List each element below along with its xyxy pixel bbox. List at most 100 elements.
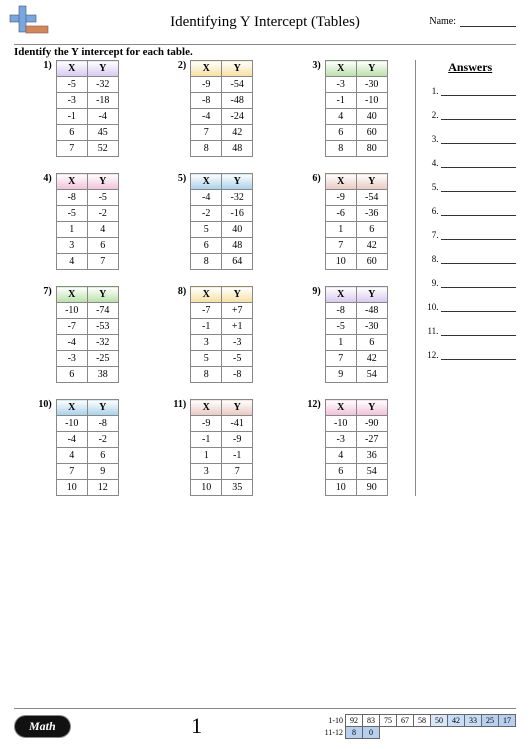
table-cell: -32 xyxy=(87,335,118,351)
page-footer: Math 1 1-1092837567585042332517 11-1280 xyxy=(14,708,516,739)
answer-blank[interactable] xyxy=(441,253,516,264)
xy-table: XY-10-74-7-53-4-32-3-25638 xyxy=(56,286,119,383)
score-cell: 75 xyxy=(380,714,397,726)
table-row: -1-4 xyxy=(56,109,118,125)
problems-grid: 1)XY-5-32-3-18-1-46457522)XY-9-54-8-48-4… xyxy=(14,60,415,496)
answer-number: 2. xyxy=(424,110,438,120)
table-cell: 8 xyxy=(191,254,222,270)
x-header: X xyxy=(191,174,222,190)
xy-table: XY-8-5-5-2143647 xyxy=(56,173,119,270)
answer-row: 3. xyxy=(424,133,516,144)
table-cell: 38 xyxy=(87,367,118,383)
answer-number: 4. xyxy=(424,158,438,168)
answer-row: 4. xyxy=(424,157,516,168)
table-row: -10-74 xyxy=(56,303,118,319)
table-row: 645 xyxy=(56,125,118,141)
score-range-label: 11-12 xyxy=(323,726,346,738)
y-header: Y xyxy=(356,287,387,303)
score-cell: 58 xyxy=(414,714,431,726)
answer-row: 5. xyxy=(424,181,516,192)
answer-blank[interactable] xyxy=(441,277,516,288)
score-cell: 25 xyxy=(482,714,499,726)
answer-blank[interactable] xyxy=(441,181,516,192)
x-header: X xyxy=(325,61,356,77)
answer-blank[interactable] xyxy=(441,349,516,360)
table-row: -1+1 xyxy=(191,319,253,335)
table-cell: -3 xyxy=(56,93,87,109)
table-cell: 48 xyxy=(222,141,253,157)
problem-number: 5) xyxy=(170,173,186,184)
table-row: -1-9 xyxy=(191,432,253,448)
table-row: -4-24 xyxy=(191,109,253,125)
table-cell: 5 xyxy=(191,222,222,238)
answer-blank[interactable] xyxy=(441,205,516,216)
table-cell: -9 xyxy=(191,416,222,432)
answer-blank[interactable] xyxy=(441,301,516,312)
table-row: -8-48 xyxy=(191,93,253,109)
table-cell: 6 xyxy=(191,238,222,254)
score-cell: 33 xyxy=(465,714,482,726)
answer-row: 10. xyxy=(424,301,516,312)
table-cell: 10 xyxy=(325,254,356,270)
table-cell: 7 xyxy=(56,141,87,157)
answer-number: 6. xyxy=(424,206,438,216)
answer-blank[interactable] xyxy=(441,133,516,144)
table-row: 1035 xyxy=(191,480,253,496)
table-cell: -8 xyxy=(56,190,87,206)
x-header: X xyxy=(325,400,356,416)
table-row: 14 xyxy=(56,222,118,238)
table-cell: -6 xyxy=(325,206,356,222)
problem: 10)XY-10-8-4-246791012 xyxy=(14,399,140,496)
answer-blank[interactable] xyxy=(441,85,516,96)
table-row: -4-2 xyxy=(56,432,118,448)
table-row: 654 xyxy=(325,464,387,480)
table-cell: 4 xyxy=(325,109,356,125)
answer-blank[interactable] xyxy=(441,325,516,336)
table-cell: -74 xyxy=(87,303,118,319)
table-cell: 4 xyxy=(56,254,87,270)
page-header: Identifying Y Intercept (Tables) Name: xyxy=(14,8,516,42)
y-header: Y xyxy=(87,287,118,303)
problem: 8)XY-7+7-1+13-35-58-8 xyxy=(148,286,274,383)
table-cell: 7 xyxy=(56,464,87,480)
answers-title: Answers xyxy=(424,60,516,75)
table-cell: -9 xyxy=(222,432,253,448)
answer-number: 1. xyxy=(424,86,438,96)
name-input-line[interactable] xyxy=(460,26,516,27)
table-cell: -30 xyxy=(356,77,387,93)
table-cell: 7 xyxy=(87,254,118,270)
table-cell: -5 xyxy=(56,77,87,93)
table-cell: 6 xyxy=(87,238,118,254)
problem-number: 3) xyxy=(305,60,321,71)
y-header: Y xyxy=(356,400,387,416)
table-cell: -7 xyxy=(56,319,87,335)
table-row: -9-54 xyxy=(325,190,387,206)
page-number: 1 xyxy=(191,713,202,739)
table-row: -10-8 xyxy=(56,416,118,432)
table-row: 3-3 xyxy=(191,335,253,351)
problem: 11)XY-9-41-1-91-1371035 xyxy=(148,399,274,496)
table-row: 638 xyxy=(56,367,118,383)
problem-number: 2) xyxy=(170,60,186,71)
table-cell: -90 xyxy=(356,416,387,432)
y-header: Y xyxy=(222,61,253,77)
table-cell: -27 xyxy=(356,432,387,448)
problem-number: 6) xyxy=(305,173,321,184)
table-cell: 36 xyxy=(356,448,387,464)
table-cell: -10 xyxy=(56,416,87,432)
answer-blank[interactable] xyxy=(441,157,516,168)
table-row: 848 xyxy=(191,141,253,157)
table-cell: -5 xyxy=(87,190,118,206)
answers-column: Answers 1.2.3.4.5.6.7.8.9.10.11.12. xyxy=(415,60,516,496)
answer-blank[interactable] xyxy=(441,109,516,120)
table-cell: 60 xyxy=(356,254,387,270)
table-cell: -1 xyxy=(191,319,222,335)
table-cell: -8 xyxy=(87,416,118,432)
table-cell: 3 xyxy=(191,335,222,351)
table-cell: -4 xyxy=(56,335,87,351)
answer-number: 11. xyxy=(424,326,438,336)
problem-number: 12) xyxy=(305,399,321,410)
x-header: X xyxy=(191,287,222,303)
table-cell: -4 xyxy=(87,109,118,125)
answer-blank[interactable] xyxy=(441,229,516,240)
